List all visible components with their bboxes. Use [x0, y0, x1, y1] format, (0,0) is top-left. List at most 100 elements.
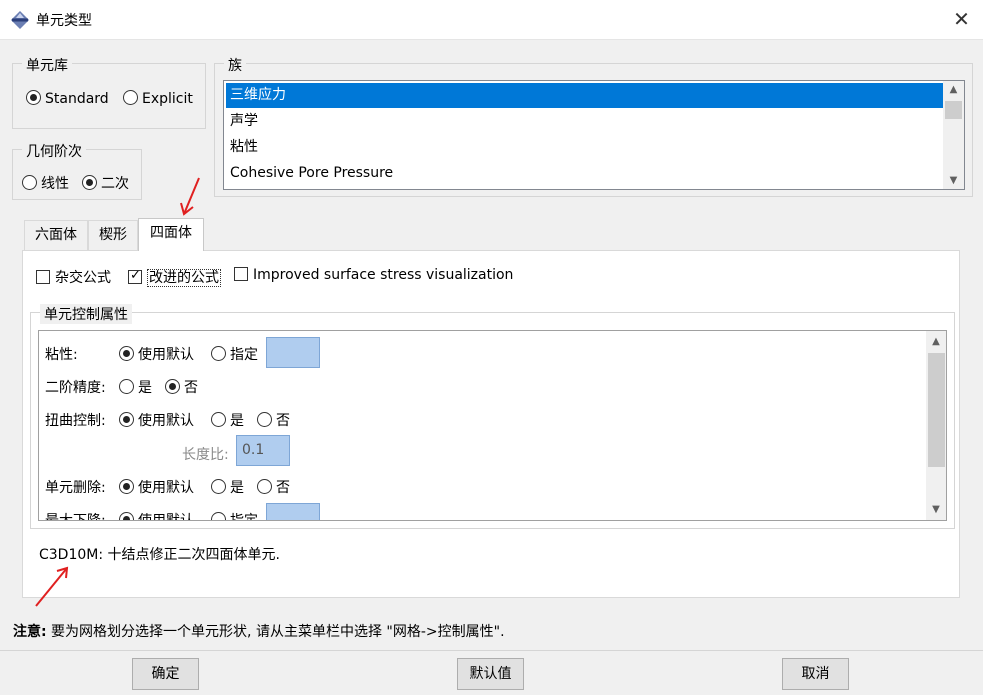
library-explicit-label: Explicit: [142, 91, 193, 107]
deletion-default-radio[interactable]: 使用默认: [119, 477, 194, 497]
radio-empty-icon: [211, 346, 226, 361]
family-scrollbar[interactable]: ▲ ▼: [943, 81, 964, 189]
family-legend: 族: [224, 55, 246, 75]
tab-wedge[interactable]: 楔形: [88, 220, 138, 250]
family-item[interactable]: 三维应力: [226, 83, 943, 108]
deletion-no-label: 否: [276, 480, 290, 496]
viscosity-default-label: 使用默认: [138, 347, 194, 363]
radio-selected-icon: [119, 512, 134, 520]
degradation-specify-radio[interactable]: 指定: [211, 510, 258, 521]
radio-empty-icon: [257, 479, 272, 494]
degradation-value-field[interactable]: [266, 503, 320, 520]
scroll-down-icon[interactable]: ▼: [943, 172, 964, 189]
element-description: C3D10M: 十结点修正二次四面体单元.: [39, 547, 280, 563]
checkbox-checked-icon: [128, 268, 142, 284]
radio-empty-icon: [211, 512, 226, 520]
radio-selected-icon: [119, 346, 134, 361]
second-order-accuracy-label: 二阶精度:: [45, 380, 106, 396]
viscosity-default-radio[interactable]: 使用默认: [119, 344, 194, 364]
tab-tetrahedron[interactable]: 四面体: [138, 218, 204, 251]
ok-button[interactable]: 确定: [132, 658, 199, 690]
radio-selected-icon: [119, 412, 134, 427]
element-controls-scroll-area[interactable]: 粘性: 使用默认 指定 二阶精度: 是 否 扭曲控制: 使用默认 是 否 长度比…: [38, 330, 947, 521]
family-item[interactable]: Cohesive Pore Pressure: [226, 161, 943, 186]
distortion-default-radio[interactable]: 使用默认: [119, 410, 194, 430]
library-standard-label: Standard: [45, 91, 109, 107]
radio-empty-icon: [211, 479, 226, 494]
geometric-order-legend: 几何阶次: [22, 141, 86, 161]
scroll-up-icon[interactable]: ▲: [943, 81, 964, 98]
family-item[interactable]: 声学: [226, 109, 943, 134]
note-bold-label: 注意:: [13, 624, 47, 640]
element-controls-legend: 单元控制属性: [40, 304, 132, 324]
length-ratio-field[interactable]: 0.1: [236, 435, 290, 466]
title-bar: 单元类型 ✕: [0, 0, 983, 40]
radio-empty-icon: [119, 379, 134, 394]
distortion-default-label: 使用默认: [138, 413, 194, 429]
app-icon: [11, 11, 29, 29]
viscosity-specify-radio[interactable]: 指定: [211, 344, 258, 364]
degradation-default-radio[interactable]: 使用默认: [119, 510, 194, 521]
order-linear-label: 线性: [41, 176, 69, 192]
order-linear-radio[interactable]: 线性: [22, 173, 69, 193]
radio-selected-icon: [165, 379, 180, 394]
max-degradation-label: 最大下降:: [45, 513, 106, 521]
radio-empty-icon: [22, 175, 37, 190]
radio-empty-icon: [123, 90, 138, 105]
divider: [0, 650, 983, 651]
note-message: 要为网格划分选择一个单元形状, 请从主菜单栏中选择 "网格->控制属性".: [46, 624, 505, 640]
viscosity-label: 粘性:: [45, 347, 78, 363]
order-quadratic-radio[interactable]: 二次: [82, 173, 129, 193]
degradation-default-label: 使用默认: [138, 513, 194, 521]
accuracy-yes-label: 是: [138, 380, 152, 396]
surface-stress-label: Improved surface stress visualization: [253, 267, 514, 283]
distortion-yes-radio[interactable]: 是: [211, 410, 244, 430]
scroll-up-icon[interactable]: ▲: [926, 333, 946, 350]
deletion-no-radio[interactable]: 否: [257, 477, 290, 497]
family-listbox[interactable]: 三维应力 声学 粘性 Cohesive Pore Pressure ▲ ▼: [223, 80, 965, 190]
distortion-no-radio[interactable]: 否: [257, 410, 290, 430]
cancel-button[interactable]: 取消: [782, 658, 849, 690]
checkbox-empty-icon: [36, 270, 50, 284]
controls-scrollbar[interactable]: ▲ ▼: [926, 331, 946, 520]
deletion-default-label: 使用默认: [138, 480, 194, 496]
radio-selected-icon: [82, 175, 97, 190]
library-standard-radio[interactable]: Standard: [26, 90, 109, 107]
scroll-thumb[interactable]: [928, 353, 945, 467]
deletion-yes-label: 是: [230, 480, 244, 496]
window-title: 单元类型: [36, 13, 92, 29]
scroll-down-icon[interactable]: ▼: [926, 501, 946, 518]
distortion-yes-label: 是: [230, 413, 244, 429]
degradation-specify-label: 指定: [230, 513, 258, 521]
accuracy-no-radio[interactable]: 否: [165, 377, 198, 397]
viscosity-specify-label: 指定: [230, 347, 258, 363]
surface-stress-checkbox[interactable]: Improved surface stress visualization: [234, 267, 513, 283]
checkbox-empty-icon: [234, 267, 248, 281]
accuracy-yes-radio[interactable]: 是: [119, 377, 152, 397]
arrow-to-tetrahedron-tab: [180, 177, 200, 216]
element-deletion-label: 单元删除:: [45, 480, 106, 496]
order-quadratic-label: 二次: [101, 176, 129, 192]
hybrid-formulation-label: 杂交公式: [55, 270, 111, 286]
defaults-button[interactable]: 默认值: [457, 658, 524, 690]
scroll-thumb[interactable]: [945, 101, 962, 119]
viscosity-value-field[interactable]: [266, 337, 320, 368]
library-explicit-radio[interactable]: Explicit: [123, 90, 193, 107]
distortion-no-label: 否: [276, 413, 290, 429]
element-library-legend: 单元库: [22, 55, 72, 75]
close-icon[interactable]: ✕: [940, 0, 983, 40]
distortion-control-label: 扭曲控制:: [45, 413, 106, 429]
hybrid-formulation-checkbox[interactable]: 杂交公式: [36, 267, 111, 287]
tab-hexahedron[interactable]: 六面体: [24, 220, 88, 250]
note-text: 注意: 要为网格划分选择一个单元形状, 请从主菜单栏中选择 "网格->控制属性"…: [13, 621, 505, 641]
family-item[interactable]: 粘性: [226, 135, 943, 160]
radio-empty-icon: [257, 412, 272, 427]
modified-formulation-label: 改进的公式: [147, 269, 221, 287]
radio-empty-icon: [211, 412, 226, 427]
modified-formulation-checkbox[interactable]: 改进的公式: [128, 267, 221, 287]
length-ratio-label: 长度比:: [182, 447, 229, 463]
radio-selected-icon: [26, 90, 41, 105]
accuracy-no-label: 否: [184, 380, 198, 396]
deletion-yes-radio[interactable]: 是: [211, 477, 244, 497]
radio-selected-icon: [119, 479, 134, 494]
